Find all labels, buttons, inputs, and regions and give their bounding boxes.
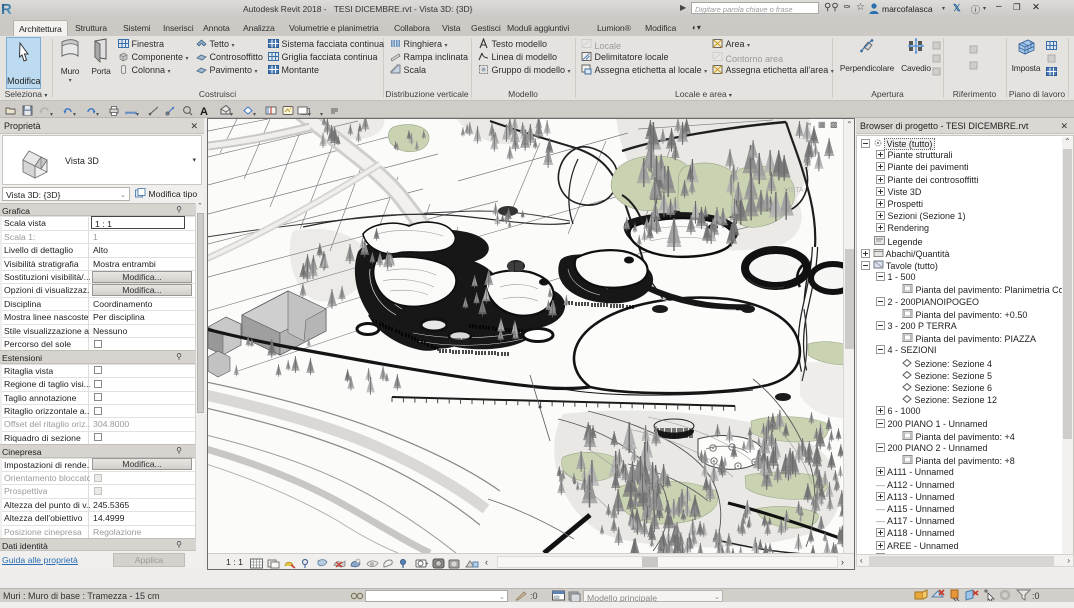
svg-text:VISTA: VISTA	[784, 187, 804, 194]
svg-text:A: A	[200, 106, 208, 116]
svg-text:R: R	[1, 1, 12, 17]
